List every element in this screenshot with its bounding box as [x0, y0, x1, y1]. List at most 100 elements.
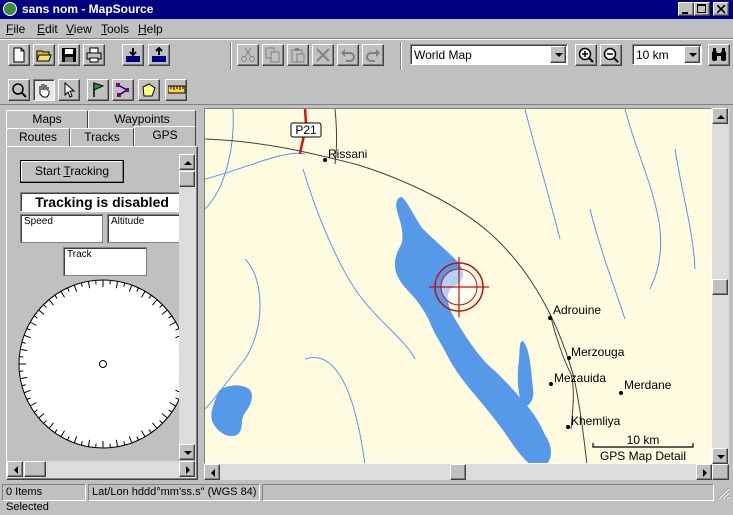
maximize-icon: [697, 4, 707, 14]
arrow-right-icon: [701, 469, 709, 477]
tracking-status: Tracking is disabled: [20, 192, 184, 212]
zoom-in-button[interactable]: [575, 44, 597, 66]
scroll-thumb[interactable]: [712, 279, 728, 295]
scroll-left-button[interactable]: [7, 461, 23, 477]
copy-button[interactable]: [262, 44, 284, 66]
toolbar-separator: [400, 42, 402, 70]
delete-button[interactable]: [312, 44, 334, 66]
map-detail-label: GPS Map Detail: [600, 449, 686, 463]
place-marker: [549, 382, 553, 386]
place-marker: [548, 316, 552, 320]
new-button[interactable]: [8, 44, 30, 66]
place-merdane: Merdane: [624, 378, 672, 392]
open-button[interactable]: [33, 44, 55, 66]
scroll-up-button[interactable]: [712, 108, 728, 124]
redo-button[interactable]: [362, 44, 384, 66]
window-title: sans nom - MapSource: [22, 2, 153, 16]
place-marker: [566, 425, 570, 429]
menu-view[interactable]: View: [66, 22, 92, 36]
chevron-down-icon[interactable]: [550, 46, 566, 63]
undo-arrow-icon: [340, 47, 356, 63]
resize-grip-icon[interactable]: [716, 486, 730, 500]
menu-tools[interactable]: Tools: [101, 22, 129, 36]
map-canvas[interactable]: P21 Rissani Adrouine Merzouga Mezauida M…: [205, 109, 712, 464]
scroll-down-button[interactable]: [712, 448, 728, 464]
close-button[interactable]: [713, 2, 729, 16]
measure-area-tool-button[interactable]: [138, 79, 160, 101]
arrow-down-icon: [184, 449, 192, 457]
flag-icon: [90, 82, 106, 98]
ruler-icon: [168, 82, 186, 98]
save-button[interactable]: [58, 44, 80, 66]
scroll-right-button[interactable]: [696, 464, 712, 480]
waypoint-tool-button[interactable]: [87, 79, 109, 101]
print-button[interactable]: [83, 44, 105, 66]
speed-label: Speed: [24, 216, 53, 227]
save-disk-icon: [61, 47, 77, 63]
receive-from-device-icon: [125, 47, 143, 63]
place-marker: [323, 158, 327, 162]
place-mezauida: Mezauida: [554, 371, 606, 385]
arrow-up-icon: [717, 113, 725, 121]
menu-file[interactable]: File: [6, 22, 25, 36]
scroll-thumb[interactable]: [179, 171, 195, 187]
tab-routes[interactable]: Routes: [6, 128, 70, 146]
arrow-down-icon: [717, 453, 725, 461]
tab-tracks[interactable]: Tracks: [70, 128, 134, 146]
zoom-out-button[interactable]: [600, 44, 622, 66]
find-button[interactable]: [708, 44, 730, 66]
start-tracking-button[interactable]: Start Tracking: [20, 160, 124, 183]
zoom-out-icon: [603, 47, 619, 63]
map-view[interactable]: P21 Rissani Adrouine Merzouga Mezauida M…: [204, 108, 712, 464]
scroll-left-button[interactable]: [204, 464, 220, 480]
distance-tool-button[interactable]: [165, 79, 187, 101]
magnifier-icon: [11, 82, 27, 98]
compass-dial: [18, 279, 188, 449]
arrow-left-icon: [12, 466, 20, 474]
scroll-down-button[interactable]: [179, 444, 195, 460]
scroll-thumb[interactable]: [450, 464, 466, 480]
arrow-pointer-icon: [61, 82, 77, 98]
altitude-field: Altitude: [107, 214, 184, 243]
map-vertical-scrollbar[interactable]: [712, 108, 729, 464]
send-to-device-icon: [151, 47, 169, 63]
paste-icon: [290, 47, 306, 63]
minimize-button[interactable]: [678, 2, 694, 16]
tab-maps[interactable]: Maps: [6, 110, 88, 128]
menu-edit[interactable]: Edit: [37, 22, 58, 36]
coordinate-format: Lat/Lon hddd°mm'ss.s" (WGS 84): [88, 484, 260, 501]
zoom-scale-select[interactable]: 10 km: [632, 44, 702, 65]
menu-divider: [0, 38, 733, 40]
map-product-select[interactable]: World Map: [410, 44, 568, 65]
undo-button[interactable]: [337, 44, 359, 66]
compass-center: [100, 361, 107, 368]
scroll-up-button[interactable]: [179, 154, 195, 170]
paste-button[interactable]: [287, 44, 309, 66]
select-tool-button[interactable]: [58, 79, 80, 101]
pan-tool-button[interactable]: [33, 79, 55, 101]
receive-from-device-button[interactable]: [122, 44, 144, 66]
route-tool-button[interactable]: [112, 79, 134, 101]
cut-button[interactable]: [237, 44, 259, 66]
new-document-icon: [11, 47, 27, 63]
send-to-device-button[interactable]: [148, 44, 170, 66]
arrow-right-icon: [184, 466, 192, 474]
maximize-button[interactable]: [694, 2, 710, 16]
binoculars-icon: [711, 47, 727, 63]
scroll-right-button[interactable]: [179, 461, 195, 477]
place-marker: [619, 391, 623, 395]
polygon-icon: [141, 82, 157, 98]
panel-horizontal-scrollbar[interactable]: [7, 461, 196, 478]
menu-help[interactable]: Help: [138, 22, 163, 36]
place-adrouine: Adrouine: [553, 303, 601, 317]
arrow-left-icon: [209, 469, 217, 477]
panel-vertical-scrollbar[interactable]: [179, 154, 196, 460]
track-field: Track: [63, 247, 147, 276]
chevron-down-icon[interactable]: [684, 46, 700, 63]
close-icon: [717, 5, 726, 14]
zoom-tool-button[interactable]: [8, 79, 30, 101]
scroll-thumb[interactable]: [24, 461, 46, 477]
mapsource-app-icon[interactable]: [3, 2, 17, 16]
map-horizontal-scrollbar[interactable]: [204, 464, 712, 480]
tab-gps[interactable]: GPS: [134, 126, 196, 146]
